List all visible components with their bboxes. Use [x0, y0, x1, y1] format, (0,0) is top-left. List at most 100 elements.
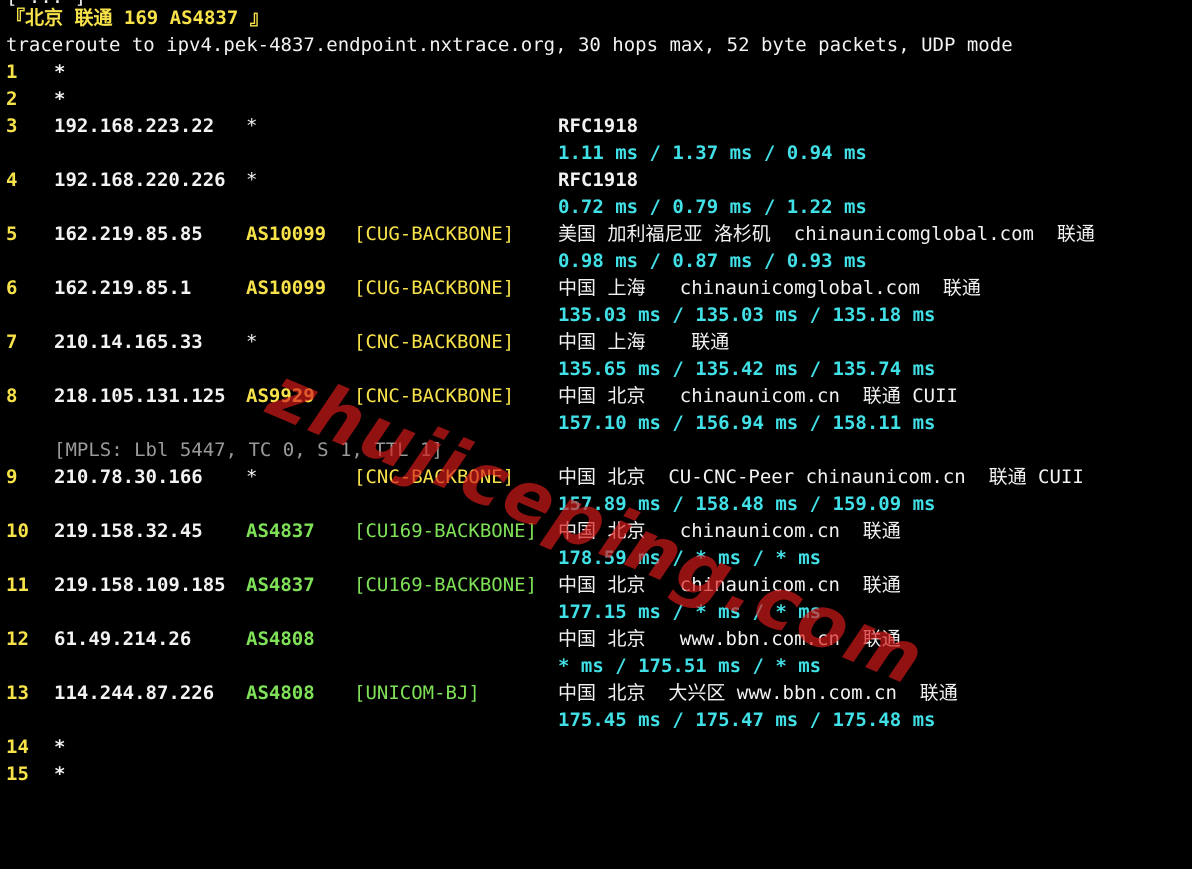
hop-backbone-tag: [CNC-BACKBONE] [354, 466, 515, 488]
hop-ip: 210.78.30.166 [54, 466, 203, 488]
hop-geo: RFC1918 [558, 115, 639, 137]
hop-ip: * [54, 736, 66, 758]
hop-row: 11 219.158.109.185 AS4837 [CU169-BACKBON… [0, 572, 901, 599]
hop-ip: * [54, 61, 66, 83]
hop-ip: 218.105.131.125 [54, 385, 226, 407]
hop-rtt: 175.45 ms / 175.47 ms / 175.48 ms [558, 709, 936, 731]
hop-rtt-row: 135.65 ms / 135.42 ms / 135.74 ms [0, 356, 936, 383]
hop-asn: AS9929 [246, 385, 315, 407]
hop-number: 8 [6, 385, 18, 407]
hop-geo: 中国 北京 chinaunicom.cn 联通 CUII [558, 385, 958, 407]
hop-rtt-row: 1.11 ms / 1.37 ms / 0.94 ms [0, 140, 867, 167]
hop-backbone-tag: [CU169-BACKBONE] [354, 520, 538, 542]
mpls-row: [MPLS: Lbl 5447, TC 0, S 1, TTL 1] [0, 437, 443, 464]
hop-row: 14 * [0, 734, 65, 761]
hop-number: 15 [6, 763, 29, 785]
hop-rtt: 178.59 ms / * ms / * ms [558, 547, 822, 569]
hop-row: 12 61.49.214.26 AS4808 中国 北京 www.bbn.com… [0, 626, 901, 653]
hop-row: 2 * [0, 86, 65, 113]
hop-rtt: 157.10 ms / 156.94 ms / 158.11 ms [558, 412, 936, 434]
hop-ip: 192.168.220.226 [54, 169, 226, 191]
hop-row: 13 114.244.87.226 AS4808 [UNICOM-BJ] 中国 … [0, 680, 958, 707]
hop-backbone-tag: [UNICOM-BJ] [354, 682, 480, 704]
hop-backbone-tag: [CUG-BACKBONE] [354, 277, 515, 299]
section-title-line: 『北京 联通 169 AS4837 』 [0, 5, 269, 32]
hop-asn: AS10099 [246, 223, 327, 245]
hop-geo: 中国 上海 chinaunicomglobal.com 联通 [558, 277, 981, 299]
hop-number: 14 [6, 736, 29, 758]
hop-ip: 61.49.214.26 [54, 628, 192, 650]
hop-row: 3 192.168.223.22 * RFC1918 [0, 113, 638, 140]
hop-asn: AS4837 [246, 520, 315, 542]
hop-row: 10 219.158.32.45 AS4837 [CU169-BACKBONE]… [0, 518, 901, 545]
hop-ip: 162.219.85.1 [54, 277, 192, 299]
hop-number: 9 [6, 466, 18, 488]
hop-rtt: * ms / 175.51 ms / * ms [558, 655, 822, 677]
hop-rtt: 177.15 ms / * ms / * ms [558, 601, 822, 623]
hop-backbone-tag: [CUG-BACKBONE] [354, 223, 515, 245]
hop-asn: AS4808 [246, 682, 315, 704]
hop-number: 13 [6, 682, 29, 704]
hop-number: 6 [6, 277, 18, 299]
hop-rtt-row: 157.10 ms / 156.94 ms / 158.11 ms [0, 410, 936, 437]
hop-number: 1 [6, 61, 18, 83]
hop-ip: * [54, 763, 66, 785]
hop-backbone-tag: [CNC-BACKBONE] [354, 331, 515, 353]
hop-ip: 219.158.32.45 [54, 520, 203, 542]
hop-ip: 210.14.165.33 [54, 331, 203, 353]
trace-header: traceroute to ipv4.pek-4837.endpoint.nxt… [6, 34, 1013, 56]
hop-ip: 162.219.85.85 [54, 223, 203, 245]
hop-number: 10 [6, 520, 29, 542]
hop-asn: * [246, 331, 258, 353]
hop-geo: 中国 北京 chinaunicom.cn 联通 [558, 574, 901, 596]
hop-asn: * [246, 115, 258, 137]
hop-geo: RFC1918 [558, 169, 639, 191]
hop-geo: 中国 北京 大兴区 www.bbn.com.cn 联通 [558, 682, 958, 704]
hop-rtt: 135.03 ms / 135.03 ms / 135.18 ms [558, 304, 936, 326]
hop-geo: 美国 加利福尼亚 洛杉矶 chinaunicomglobal.com 联通 [558, 223, 1095, 245]
hop-rtt-row: 0.98 ms / 0.87 ms / 0.93 ms [0, 248, 867, 275]
hop-geo: 中国 上海 联通 [558, 331, 730, 353]
hop-rtt-row: 175.45 ms / 175.47 ms / 175.48 ms [0, 707, 936, 734]
hop-asn: AS4808 [246, 628, 315, 650]
hop-ip: 219.158.109.185 [54, 574, 226, 596]
hop-row: 6 162.219.85.1 AS10099 [CUG-BACKBONE] 中国… [0, 275, 981, 302]
hop-asn: * [246, 169, 258, 191]
hop-number: 7 [6, 331, 18, 353]
hop-rtt-row: 0.72 ms / 0.79 ms / 1.22 ms [0, 194, 867, 221]
hop-rtt: 1.11 ms / 1.37 ms / 0.94 ms [558, 142, 867, 164]
hop-ip: 114.244.87.226 [54, 682, 215, 704]
hop-rtt: 135.65 ms / 135.42 ms / 135.74 ms [558, 358, 936, 380]
hop-row: 1 * [0, 59, 65, 86]
hop-asn: AS10099 [246, 277, 327, 299]
hop-row: 5 162.219.85.85 AS10099 [CUG-BACKBONE] 美… [0, 221, 1095, 248]
hop-backbone-tag: [CNC-BACKBONE] [354, 385, 515, 407]
hop-rtt: 0.98 ms / 0.87 ms / 0.93 ms [558, 250, 867, 272]
hop-row: 9 210.78.30.166 * [CNC-BACKBONE] 中国 北京 C… [0, 464, 1084, 491]
hop-number: 11 [6, 574, 29, 596]
hop-geo: 中国 北京 www.bbn.com.cn 联通 [558, 628, 901, 650]
hop-geo: 中国 北京 chinaunicom.cn 联通 [558, 520, 901, 542]
hop-rtt-row: 177.15 ms / * ms / * ms [0, 599, 821, 626]
hop-rtt: 0.72 ms / 0.79 ms / 1.22 ms [558, 196, 867, 218]
hop-rtt-row: * ms / 175.51 ms / * ms [0, 653, 821, 680]
hop-backbone-tag: [CU169-BACKBONE] [354, 574, 538, 596]
hop-row: 4 192.168.220.226 * RFC1918 [0, 167, 638, 194]
hop-rtt-row: 157.89 ms / 158.48 ms / 159.09 ms [0, 491, 936, 518]
hop-row: 7 210.14.165.33 * [CNC-BACKBONE] 中国 上海 联… [0, 329, 729, 356]
hop-geo: 中国 北京 CU-CNC-Peer chinaunicom.cn 联通 CUII [558, 466, 1084, 488]
trace-header-line: traceroute to ipv4.pek-4837.endpoint.nxt… [0, 32, 1013, 59]
hop-ip: 192.168.223.22 [54, 115, 215, 137]
hop-number: 12 [6, 628, 29, 650]
hop-number: 3 [6, 115, 18, 137]
hop-asn: AS4837 [246, 574, 315, 596]
hop-rtt-row: 178.59 ms / * ms / * ms [0, 545, 821, 572]
hop-row: 8 218.105.131.125 AS9929 [CNC-BACKBONE] … [0, 383, 958, 410]
hop-rtt: 157.89 ms / 158.48 ms / 159.09 ms [558, 493, 936, 515]
hop-asn: * [246, 466, 258, 488]
hop-rtt-row: 135.03 ms / 135.03 ms / 135.18 ms [0, 302, 936, 329]
section-title: 『北京 联通 169 AS4837 』 [6, 7, 269, 29]
hop-ip: * [54, 88, 66, 110]
hop-row: 15 * [0, 761, 65, 788]
hop-number: 4 [6, 169, 18, 191]
